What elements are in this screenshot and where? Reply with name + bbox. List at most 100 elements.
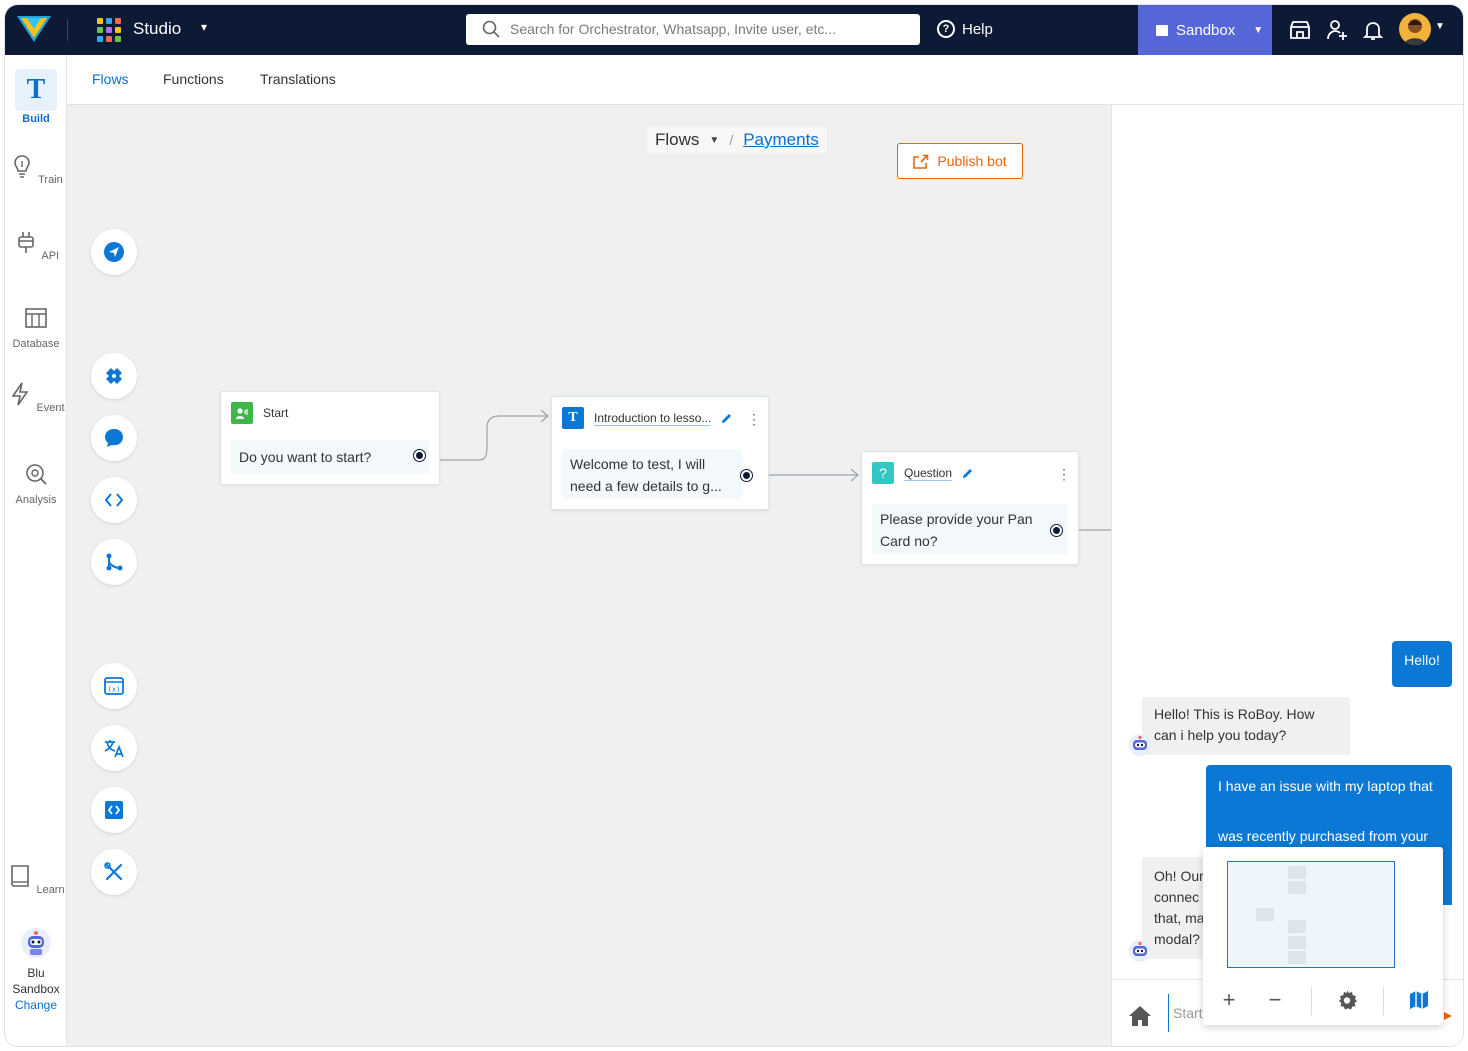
minimap-node: [1288, 936, 1306, 949]
node-body-line: Welcome to test, I will: [570, 456, 706, 472]
help-button[interactable]: ? Help: [937, 20, 993, 38]
apps-grid-icon[interactable]: [97, 18, 121, 42]
node-title: Start: [263, 406, 289, 420]
app-name[interactable]: Studio: [133, 19, 181, 39]
node-title[interactable]: Question: [904, 466, 953, 481]
tool-send[interactable]: [91, 229, 137, 275]
minimap-node: [1256, 908, 1274, 921]
publish-icon: [913, 154, 929, 169]
tab-functions[interactable]: Functions: [163, 71, 224, 87]
nav-label: Learn: [36, 884, 65, 896]
build-t-icon: T: [15, 69, 57, 111]
zoom-out-icon[interactable]: −: [1255, 985, 1295, 1015]
flow-node-text[interactable]: T Introduction to lesso... ⋮ Welcome to …: [551, 396, 769, 510]
output-port[interactable]: [741, 470, 752, 481]
tab-flows[interactable]: Flows: [92, 71, 129, 87]
nav-label: Database: [12, 338, 60, 350]
yellow-logo-icon[interactable]: [17, 14, 51, 44]
flow-node-start[interactable]: Start Do you want to start?: [220, 391, 440, 485]
tool-settings[interactable]: [91, 849, 137, 895]
nav-item-analysis[interactable]: Analysis: [5, 461, 67, 506]
avatar-caret-icon[interactable]: ▼: [1435, 21, 1445, 32]
store-icon[interactable]: [1288, 18, 1312, 42]
publish-label: Publish bot: [937, 153, 1007, 169]
node-body: Welcome to test, I will need a few detai…: [562, 449, 742, 499]
edit-pencil-icon[interactable]: [721, 413, 732, 424]
avatar[interactable]: [1399, 13, 1431, 45]
minimap-divider: [1311, 987, 1312, 1015]
bell-icon[interactable]: [1361, 18, 1385, 42]
more-options-icon[interactable]: ⋮: [1057, 466, 1071, 483]
nav-item-database[interactable]: Database: [5, 305, 67, 350]
tool-variable[interactable]: (x): [91, 663, 137, 709]
nav-item-api[interactable]: API: [5, 229, 67, 262]
bot-message: Hello! This is RoBoy. How can i help you…: [1142, 697, 1350, 755]
message-line: was recently purchased from your: [1218, 828, 1429, 844]
caret-down-icon: ▼: [1253, 24, 1264, 36]
nav-item-learn[interactable]: Learn: [5, 863, 67, 896]
left-navigation: T Build Train API Database Event Analysi…: [5, 55, 67, 1046]
node-header: T Introduction to lesso...: [562, 407, 732, 429]
question-node-icon: ?: [872, 462, 894, 484]
minimap-panel: + −: [1203, 847, 1443, 1025]
node-body: Please provide your Pan Card no?: [872, 504, 1068, 554]
search-box[interactable]: [466, 14, 920, 45]
environment-switcher[interactable]: Sandbox ▼: [1138, 5, 1272, 55]
settings-icon[interactable]: [1327, 985, 1367, 1015]
question-icon: ?: [937, 20, 955, 38]
node-title[interactable]: Introduction to lesso...: [594, 411, 712, 426]
flow-connectors: [424, 409, 1111, 531]
map-icon[interactable]: [1399, 985, 1439, 1015]
message-line: I have an issue with my laptop that: [1218, 778, 1433, 794]
bot-name: Blu: [27, 966, 45, 980]
publish-bot-button[interactable]: Publish bot: [897, 143, 1023, 179]
breadcrumb-root[interactable]: Flows: [655, 130, 699, 150]
chevron-down-icon[interactable]: ▾: [201, 20, 207, 34]
zoom-in-icon[interactable]: +: [1209, 985, 1249, 1015]
table-icon: [25, 308, 47, 328]
tool-code[interactable]: [91, 477, 137, 523]
bolt-icon: [11, 382, 29, 406]
tab-translations[interactable]: Translations: [260, 71, 336, 87]
tool-plugin[interactable]: [91, 353, 137, 399]
tool-branch[interactable]: [91, 539, 137, 585]
home-icon[interactable]: [1128, 1005, 1152, 1027]
nav-item-train[interactable]: Train: [5, 153, 67, 186]
puzzle-icon: [106, 368, 122, 384]
node-body-line: need a few details to g...: [570, 478, 722, 494]
bot-info[interactable]: Blu Sandbox Change: [5, 927, 67, 1013]
bot-avatar-icon: [1129, 734, 1151, 756]
send-arrow-icon[interactable]: [1444, 1012, 1452, 1020]
topbar-divider: [67, 19, 68, 41]
book-icon: [11, 865, 30, 887]
tool-translate[interactable]: [91, 725, 137, 771]
tool-code-block[interactable]: [91, 787, 137, 833]
nav-label: Build: [22, 113, 50, 125]
bot-environment: Sandbox: [12, 982, 60, 996]
send-icon: [104, 242, 124, 262]
variable-icon: (x): [104, 677, 124, 695]
tool-message[interactable]: [91, 415, 137, 461]
nav-item-build[interactable]: T Build: [5, 69, 67, 125]
change-link[interactable]: Change: [5, 997, 67, 1013]
output-port[interactable]: [1051, 525, 1062, 536]
add-user-icon[interactable]: [1325, 18, 1349, 42]
minimap-viewport[interactable]: [1227, 861, 1395, 968]
nav-label: Event: [36, 402, 65, 414]
minimap-node: [1288, 881, 1306, 894]
output-port[interactable]: [414, 450, 425, 461]
nav-item-event[interactable]: Event: [5, 381, 67, 414]
flow-node-question[interactable]: ? Question ⋮ Please provide your Pan Car…: [861, 451, 1079, 565]
app-window: Studio ▾ ? Help Sandbox ▼: [4, 4, 1464, 1047]
search-input[interactable]: [510, 19, 910, 39]
environment-label: Sandbox: [1176, 21, 1236, 39]
edit-pencil-icon[interactable]: [962, 468, 973, 479]
nav-label: Analysis: [15, 494, 57, 506]
analysis-icon: [26, 464, 47, 485]
flow-canvas[interactable]: Flows ▼ / Payments Publish bot (x) Start…: [67, 105, 1111, 1046]
caret-down-icon[interactable]: ▼: [709, 135, 719, 146]
more-options-icon[interactable]: ⋮: [747, 411, 761, 428]
tools-icon: [104, 862, 123, 881]
breadcrumb-current[interactable]: Payments: [743, 130, 819, 150]
branch-icon: [106, 553, 123, 571]
